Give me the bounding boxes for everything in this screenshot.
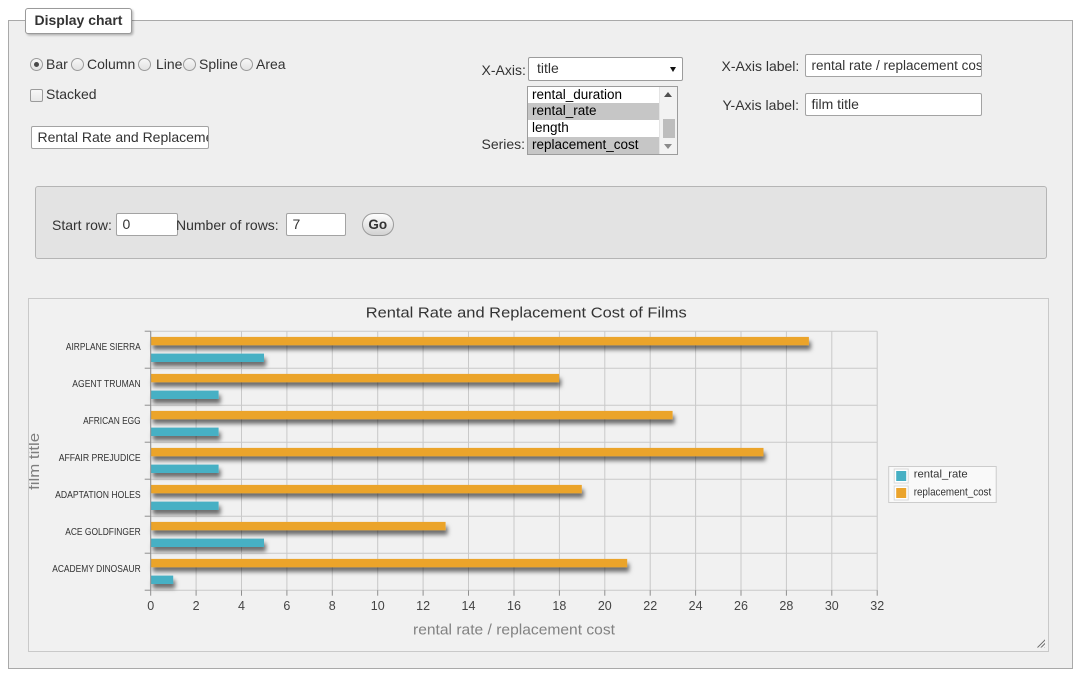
svg-text:0: 0 bbox=[147, 599, 154, 613]
svg-text:AFFAIR PREJUDICE: AFFAIR PREJUDICE bbox=[58, 453, 140, 464]
svg-text:ACE GOLDFINGER: ACE GOLDFINGER bbox=[65, 527, 141, 538]
svg-text:28: 28 bbox=[779, 599, 793, 613]
svg-text:18: 18 bbox=[552, 599, 566, 613]
svg-text:AFRICAN EGG: AFRICAN EGG bbox=[83, 416, 141, 427]
svg-text:replacement_cost: replacement_cost bbox=[913, 486, 991, 498]
svg-text:16: 16 bbox=[507, 599, 521, 613]
svg-text:ADAPTATION HOLES: ADAPTATION HOLES bbox=[55, 490, 141, 501]
svg-text:4: 4 bbox=[238, 599, 245, 613]
svg-text:30: 30 bbox=[824, 599, 838, 613]
svg-text:rental rate / replacement cost: rental rate / replacement cost bbox=[413, 621, 616, 638]
svg-text:32: 32 bbox=[870, 599, 884, 613]
svg-text:Rental Rate and Replacement Co: Rental Rate and Replacement Cost of Film… bbox=[365, 305, 686, 322]
svg-text:AGENT TRUMAN: AGENT TRUMAN bbox=[72, 379, 140, 390]
svg-text:22: 22 bbox=[643, 599, 657, 613]
svg-text:film title: film title bbox=[29, 433, 43, 490]
svg-text:20: 20 bbox=[597, 599, 611, 613]
svg-text:6: 6 bbox=[283, 599, 290, 613]
svg-text:2: 2 bbox=[192, 599, 199, 613]
svg-text:10: 10 bbox=[370, 599, 384, 613]
svg-text:26: 26 bbox=[734, 599, 748, 613]
svg-text:ACADEMY DINOSAUR: ACADEMY DINOSAUR bbox=[52, 564, 141, 575]
svg-text:12: 12 bbox=[416, 599, 430, 613]
svg-text:AIRPLANE SIERRA: AIRPLANE SIERRA bbox=[65, 342, 140, 353]
svg-text:rental_rate: rental_rate bbox=[913, 468, 967, 480]
svg-text:14: 14 bbox=[461, 599, 475, 613]
svg-text:24: 24 bbox=[688, 599, 702, 613]
svg-text:8: 8 bbox=[328, 599, 335, 613]
